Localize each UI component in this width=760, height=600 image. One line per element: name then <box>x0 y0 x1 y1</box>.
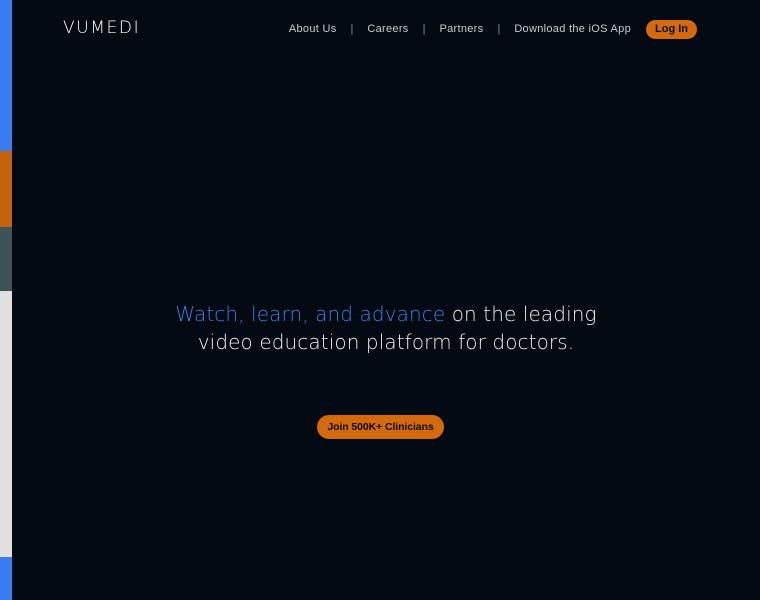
main-nav: About Us | Careers | Partners | Download… <box>289 19 697 39</box>
side-stripe-slate <box>0 227 12 291</box>
nav-link-about-us[interactable]: About Us <box>289 23 337 35</box>
nav-separator: | <box>422 23 426 35</box>
hero-headline-line2: video education platform for doctors. <box>197 330 575 354</box>
site-header: VUMEDI About Us | Careers | Partners | D… <box>12 0 760 58</box>
nav-link-partners[interactable]: Partners <box>439 23 483 35</box>
side-stripe-orange <box>0 151 12 227</box>
vumedi-logo[interactable]: VUMEDI <box>63 18 140 38</box>
login-button[interactable]: Log In <box>646 19 697 39</box>
side-stripe-blue-bottom <box>0 557 12 600</box>
side-stripe-light <box>0 291 12 557</box>
hero-headline-line1: on the leading <box>451 302 597 326</box>
nav-separator: | <box>497 23 501 35</box>
nav-link-download-ios-app[interactable]: Download the iOS App <box>514 23 631 35</box>
nav-separator: | <box>350 23 354 35</box>
nav-link-careers[interactable]: Careers <box>367 23 408 35</box>
landing-page: VUMEDI About Us | Careers | Partners | D… <box>0 0 760 600</box>
hero-headline-accent: Watch, learn, and advance <box>175 302 446 326</box>
hero-headline: Watch, learn, and advance on the leading… <box>12 300 760 356</box>
side-stripe-blue <box>0 0 12 151</box>
join-clinicians-button[interactable]: Join 500K+ Clinicians <box>317 415 444 439</box>
